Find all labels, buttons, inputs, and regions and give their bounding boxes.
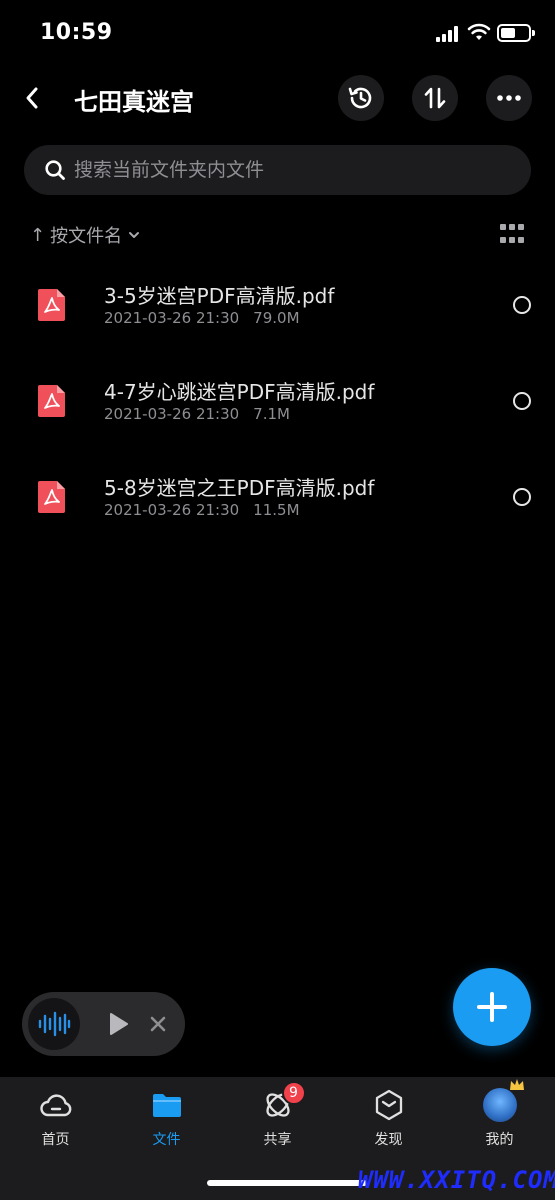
- tab-files[interactable]: 文件: [111, 1087, 222, 1157]
- file-size: 79.0M: [253, 309, 300, 327]
- signal-icon: [436, 26, 462, 42]
- page-title: 七田真迷宫: [74, 88, 194, 116]
- pdf-icon: [38, 385, 65, 417]
- file-size: 7.1M: [253, 405, 290, 423]
- search-icon: [45, 160, 65, 180]
- header: 七田真迷宫: [0, 72, 555, 124]
- list-item[interactable]: 5-8岁迷宫之王PDF高清版.pdf 2021-03-26 21:30 11.5M: [0, 450, 555, 546]
- sort-swap-button[interactable]: [412, 75, 458, 121]
- watermark: WWW.XXITQ.COM: [358, 1166, 555, 1194]
- search-input[interactable]: [74, 145, 514, 195]
- file-name: 4-7岁心跳迷宫PDF高清版.pdf: [104, 380, 375, 404]
- tab-discover[interactable]: 发现: [333, 1087, 444, 1157]
- mini-player[interactable]: [22, 992, 185, 1056]
- back-icon: [26, 87, 38, 109]
- avatar-icon: [482, 1079, 524, 1123]
- file-name: 5-8岁迷宫之王PDF高清版.pdf: [104, 476, 375, 500]
- tab-share[interactable]: 9 共享: [222, 1081, 333, 1157]
- wifi-icon: [467, 23, 491, 40]
- pdf-icon: [38, 289, 65, 321]
- file-meta: 2021-03-26 21:30 11.5M: [104, 501, 300, 519]
- sort-row: ↑ 按文件名: [0, 218, 555, 252]
- search-bar[interactable]: [24, 145, 531, 195]
- notification-badge: 9: [281, 1081, 306, 1105]
- file-date: 2021-03-26 21:30: [104, 405, 240, 423]
- tab-label: 首页: [41, 1132, 70, 1148]
- back-button[interactable]: [16, 80, 48, 116]
- share-orbit-icon: 9: [260, 1081, 306, 1123]
- file-date: 2021-03-26 21:30: [104, 501, 240, 519]
- chevron-down-icon: [129, 232, 140, 238]
- close-icon[interactable]: [146, 1012, 170, 1036]
- add-button[interactable]: [453, 968, 531, 1046]
- tab-label: 共享: [263, 1132, 292, 1148]
- select-radio[interactable]: [513, 392, 531, 410]
- sort-label: 按文件名: [50, 226, 123, 247]
- cloud-home-icon: [38, 1087, 74, 1123]
- tab-label: 发现: [374, 1132, 403, 1148]
- file-name: 3-5岁迷宫PDF高清版.pdf: [104, 284, 335, 308]
- pdf-icon: [38, 481, 65, 513]
- folder-icon: [149, 1087, 185, 1123]
- home-indicator: [207, 1180, 367, 1186]
- file-size: 11.5M: [253, 501, 300, 519]
- audio-wave-icon[interactable]: [28, 998, 80, 1050]
- more-icon: [497, 95, 521, 101]
- list-item[interactable]: 3-5岁迷宫PDF高清版.pdf 2021-03-26 21:30 79.0M: [0, 258, 555, 354]
- plus-icon: [477, 992, 507, 1022]
- sort-by-name-button[interactable]: ↑ 按文件名: [30, 222, 141, 248]
- tab-label: 我的: [485, 1132, 514, 1148]
- tab-mine[interactable]: 我的: [444, 1079, 555, 1157]
- avatar: [482, 1079, 524, 1122]
- sort-swap-icon: [424, 87, 446, 109]
- play-icon[interactable]: [104, 1010, 132, 1038]
- file-date: 2021-03-26 21:30: [104, 309, 240, 327]
- history-icon: [348, 87, 372, 109]
- file-list: 3-5岁迷宫PDF高清版.pdf 2021-03-26 21:30 79.0M 4…: [0, 258, 555, 546]
- tab-home[interactable]: 首页: [0, 1087, 111, 1157]
- file-meta: 2021-03-26 21:30 7.1M: [104, 405, 290, 423]
- grid-view-icon[interactable]: [500, 224, 526, 246]
- list-item[interactable]: 4-7岁心跳迷宫PDF高清版.pdf 2021-03-26 21:30 7.1M: [0, 354, 555, 450]
- more-button[interactable]: [486, 75, 532, 121]
- battery-icon: [497, 24, 535, 42]
- crown-icon: [509, 1079, 524, 1090]
- history-button[interactable]: [338, 75, 384, 121]
- select-radio[interactable]: [513, 296, 531, 314]
- status-bar: 10:59: [0, 0, 555, 66]
- discover-cube-icon: [371, 1087, 407, 1123]
- select-radio[interactable]: [513, 488, 531, 506]
- tab-label: 文件: [152, 1132, 181, 1148]
- status-time: 10:59: [40, 20, 113, 45]
- file-meta: 2021-03-26 21:30 79.0M: [104, 309, 300, 327]
- sort-arrow-icon: ↑: [30, 224, 46, 246]
